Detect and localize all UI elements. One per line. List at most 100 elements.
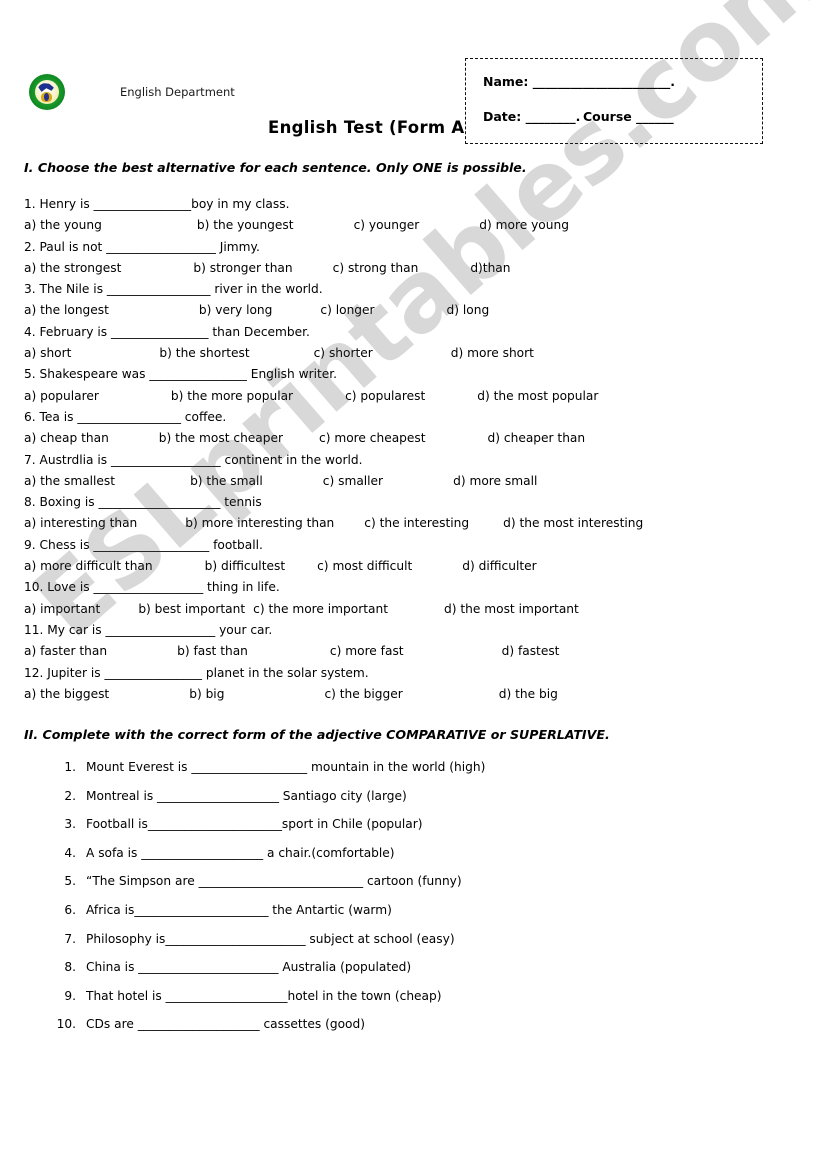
item-text: That hotel is ____________________hotel …	[86, 988, 442, 1003]
option-choice[interactable]: b) the youngest	[197, 215, 294, 236]
option-choice[interactable]: b) the shortest	[159, 343, 249, 364]
option-choice[interactable]: a) more difficult than	[24, 556, 153, 577]
item-text: Mount Everest is ___________________ mou…	[86, 760, 486, 774]
question-options: a) the biggest b) big c) the bigger d) the …	[24, 684, 804, 705]
date-label: Date:	[483, 109, 522, 124]
option-choice[interactable]: a) the young	[24, 215, 102, 236]
question-options: a) more difficult than b) difficultest c) …	[24, 556, 804, 577]
option-choice[interactable]: b) more interesting than	[185, 513, 334, 534]
header-branding: English Department	[27, 72, 235, 112]
item-number: 6.	[64, 902, 76, 917]
fill-in-item[interactable]: 3. Football is______________________sport…	[48, 817, 788, 846]
question-block: 3. The Nile is _________________ river i…	[24, 279, 804, 322]
option-choice[interactable]: a) the biggest	[24, 684, 109, 705]
option-choice[interactable]: a) important	[24, 599, 100, 620]
question-options: a) the longest b) very long c) longer d) lo…	[24, 300, 804, 321]
option-choice[interactable]: c) the more important	[253, 599, 388, 620]
option-choice[interactable]: b) the more popular	[171, 386, 293, 407]
option-choice[interactable]: d) cheaper than	[488, 428, 586, 449]
fill-in-item[interactable]: 9. That hotel is ____________________hote…	[48, 989, 788, 1018]
option-choice[interactable]: d) the most interesting	[503, 513, 643, 534]
item-text: Philosophy is_______________________ sub…	[86, 931, 455, 946]
option-choice[interactable]: b) stronger than	[193, 258, 292, 279]
question-stem: 12. Jupiter is ________________ planet i…	[24, 665, 369, 680]
item-text: CDs are ____________________ cassettes (…	[86, 1017, 365, 1032]
question-options: a) the strongest b) stronger than c) stron…	[24, 258, 804, 279]
item-text: China is _______________________ Austral…	[86, 960, 412, 975]
section-1-questions: 1. Henry is ________________boy in my cl…	[24, 194, 804, 705]
fill-in-item[interactable]: 7. Philosophy is_______________________ s…	[48, 932, 788, 961]
option-choice[interactable]: c) longer	[320, 300, 374, 321]
option-choice[interactable]: c) the interesting	[364, 513, 469, 534]
section-2-heading: II. Complete with the correct form of th…	[24, 727, 610, 742]
fill-in-item[interactable]: 10. CDs are ____________________ cassette…	[48, 1017, 788, 1046]
option-choice[interactable]: a) the longest	[24, 300, 109, 321]
question-block: 6. Tea is _________________ coffee. a) ch…	[24, 407, 804, 450]
option-choice[interactable]: c) the bigger	[324, 684, 402, 705]
option-choice[interactable]: a) faster than	[24, 641, 107, 662]
option-choice[interactable]: d) long	[447, 300, 490, 321]
option-choice[interactable]: b) best important	[138, 599, 245, 620]
option-choice[interactable]: d) more young	[479, 215, 569, 236]
question-options: a) short b) the shortest c) shorter d) more…	[24, 343, 804, 364]
question-stem: 3. The Nile is _________________ river i…	[24, 282, 323, 297]
fill-in-item[interactable]: 6. Africa is______________________ the An…	[48, 903, 788, 932]
item-number: 8.	[64, 960, 76, 975]
name-field[interactable]: Name: ______________________.	[483, 74, 675, 89]
option-choice[interactable]: a) interesting than	[24, 513, 137, 534]
option-choice[interactable]: b) very long	[199, 300, 272, 321]
section-2-items: 1. Mount Everest is ___________________ m…	[48, 760, 788, 1046]
option-choice[interactable]: a) cheap than	[24, 428, 109, 449]
option-choice[interactable]: b) fast than	[177, 641, 248, 662]
option-choice[interactable]: d) the most popular	[477, 386, 598, 407]
fill-in-item[interactable]: 2. Montreal is ____________________ Santi…	[48, 789, 788, 818]
date-field[interactable]: Date: ________.	[483, 109, 580, 124]
question-block: 11. My car is __________________ your ca…	[24, 620, 804, 663]
question-options: a) the young b) the youngest c) younger d) …	[24, 215, 804, 236]
option-choice[interactable]: c) younger	[354, 215, 420, 236]
option-choice[interactable]: d) fastest	[502, 641, 560, 662]
option-choice[interactable]: d) the big	[499, 684, 558, 705]
question-stem: 5. Shakespeare was ________________ Engl…	[24, 367, 338, 382]
date-blank-line: ________.	[525, 109, 581, 124]
course-field[interactable]: Course ______	[583, 109, 674, 124]
option-choice[interactable]: b) the most cheaper	[159, 428, 283, 449]
item-text: “The Simpson are _______________________…	[86, 874, 462, 889]
option-choice[interactable]: a) popularer	[24, 386, 99, 407]
option-choice[interactable]: c) shorter	[314, 343, 373, 364]
question-block: 1. Henry is ________________boy in my cl…	[24, 194, 804, 237]
option-choice[interactable]: c) more fast	[330, 641, 404, 662]
english-department-logo-icon	[27, 72, 67, 112]
question-block: 4. February is ________________ than Dec…	[24, 322, 804, 365]
question-stem: 11. My car is __________________ your ca…	[24, 622, 273, 637]
option-choice[interactable]: b) the small	[190, 471, 263, 492]
option-choice[interactable]: d) more short	[451, 343, 534, 364]
item-number: 9.	[64, 988, 76, 1003]
question-block: 10. Love is __________________ thing in …	[24, 577, 804, 620]
option-choice[interactable]: b) difficultest	[205, 556, 286, 577]
option-choice[interactable]: c) more cheapest	[319, 428, 426, 449]
option-choice[interactable]: d)than	[470, 258, 510, 279]
option-choice[interactable]: b) big	[189, 684, 224, 705]
option-choice[interactable]: c) strong than	[333, 258, 419, 279]
question-options: a) cheap than b) the most cheaper c) more …	[24, 428, 804, 449]
option-choice[interactable]: c) smaller	[323, 471, 383, 492]
option-choice[interactable]: a) the strongest	[24, 258, 121, 279]
option-choice[interactable]: d) more small	[453, 471, 537, 492]
option-choice[interactable]: a) the smallest	[24, 471, 115, 492]
option-choice[interactable]: a) short	[24, 343, 71, 364]
student-info-box: Name: ______________________. Date: ____…	[465, 58, 763, 144]
fill-in-item[interactable]: 8. China is _______________________ Austr…	[48, 960, 788, 989]
fill-in-item[interactable]: 1. Mount Everest is ___________________ m…	[48, 760, 788, 789]
option-choice[interactable]: c) popularest	[345, 386, 425, 407]
fill-in-item[interactable]: 5. “The Simpson are _____________________…	[48, 874, 788, 903]
question-options: a) interesting than b) more interesting t…	[24, 513, 804, 534]
option-choice[interactable]: d) difficulter	[462, 556, 536, 577]
item-text: A sofa is ____________________ a chair.(…	[86, 845, 395, 860]
item-text: Football is______________________sport i…	[86, 817, 423, 832]
option-choice[interactable]: d) the most important	[444, 599, 579, 620]
fill-in-item[interactable]: 4. A sofa is ____________________ a chair…	[48, 846, 788, 875]
question-block: 12. Jupiter is ________________ planet i…	[24, 663, 804, 706]
option-choice[interactable]: c) most difficult	[317, 556, 412, 577]
item-number: 10.	[56, 1017, 76, 1032]
